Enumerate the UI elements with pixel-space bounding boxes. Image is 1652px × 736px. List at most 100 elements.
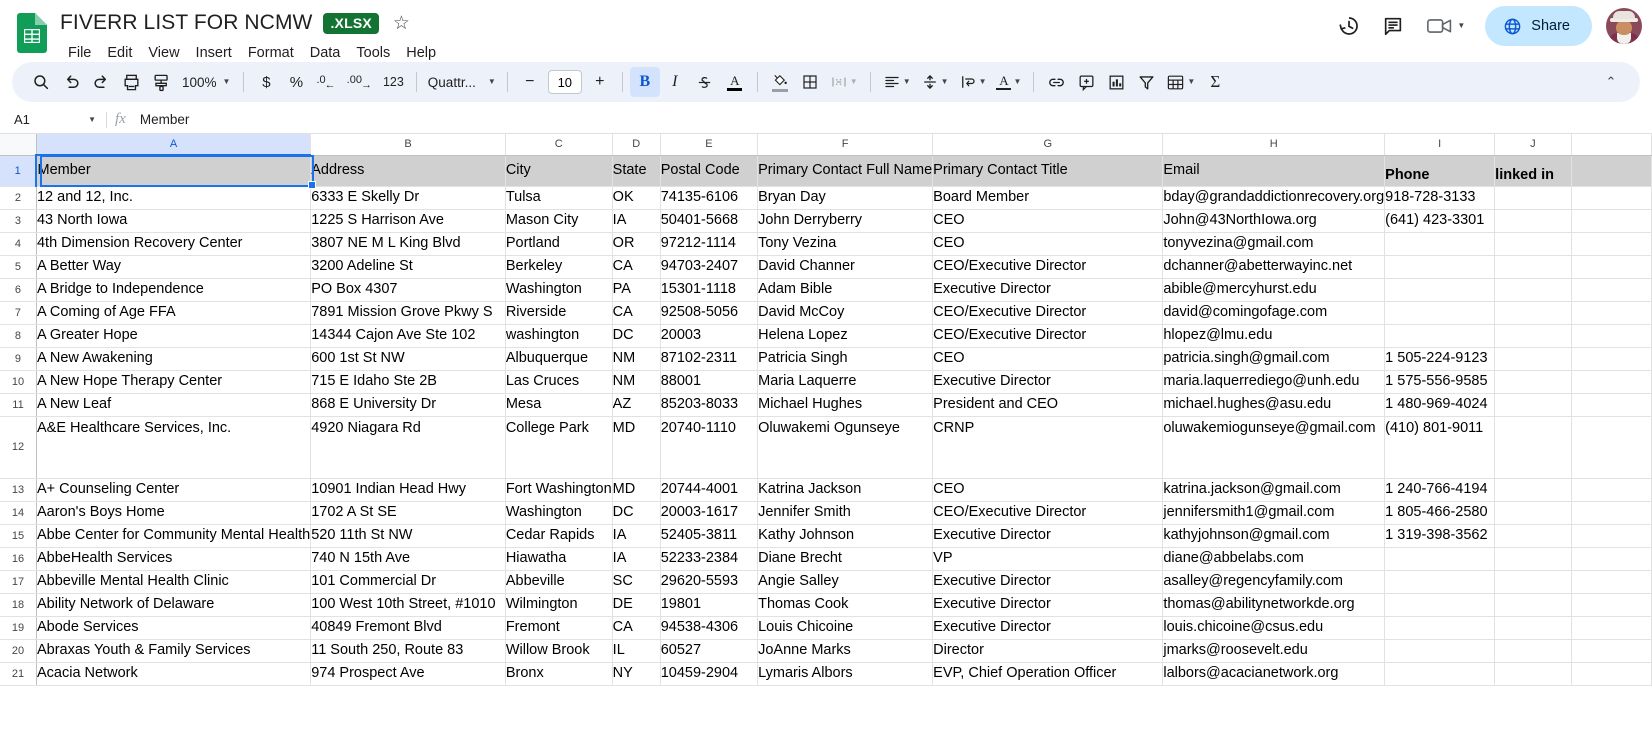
row-header-4[interactable]: 4 (0, 232, 37, 256)
cell-G18[interactable]: Executive Director (932, 593, 1164, 617)
insert-link-icon[interactable] (1041, 67, 1071, 97)
cell-C5[interactable]: Berkeley (505, 255, 613, 279)
cell-C15[interactable]: Cedar Rapids (505, 524, 613, 548)
cell-B20[interactable]: 11 South 250, Route 83 (310, 639, 506, 663)
cell-G5[interactable]: CEO/Executive Director (932, 255, 1164, 279)
cell-A13[interactable]: A+ Counseling Center (36, 478, 312, 502)
merge-chevron-down-icon[interactable]: ▼ (850, 78, 858, 86)
row-header-2[interactable]: 2 (0, 186, 37, 210)
row-header-12[interactable]: 12 (0, 416, 37, 479)
cell-B2[interactable]: 6333 E Skelly Dr (310, 186, 506, 210)
cell-E20[interactable]: 60527 (660, 639, 759, 663)
italic-button[interactable]: I (660, 67, 690, 97)
font-size-input[interactable]: 10 (547, 70, 582, 94)
cell-H9[interactable]: patricia.singh@gmail.com (1162, 347, 1386, 371)
font-family-selector[interactable]: Quattr... ▼ (424, 67, 500, 97)
cell-H16[interactable]: diane@abbelabs.com (1162, 547, 1386, 571)
cell-D19[interactable]: CA (612, 616, 661, 640)
cell-F20[interactable]: JoAnne Marks (757, 639, 934, 663)
cell-H18[interactable]: thomas@abilitynetworkde.org (1162, 593, 1386, 617)
row-header-1[interactable]: 1 (0, 155, 38, 187)
cell-A11[interactable]: A New Leaf (36, 393, 312, 417)
cell-A2[interactable]: 12 and 12, Inc. (36, 186, 312, 210)
row-header-9[interactable]: 9 (0, 347, 37, 371)
decrease-decimal-button[interactable]: .0 ← (311, 67, 341, 97)
cell-A8[interactable]: A Greater Hope (36, 324, 312, 348)
cell-A7[interactable]: A Coming of Age FFA (36, 301, 312, 325)
column-header-f[interactable]: F (757, 134, 934, 156)
cell-D11[interactable]: AZ (612, 393, 661, 417)
row-header-17[interactable]: 17 (0, 570, 37, 594)
cell-D9[interactable]: NM (612, 347, 661, 371)
cell-D7[interactable]: CA (612, 301, 661, 325)
column-header-j[interactable]: J (1494, 134, 1572, 156)
cell-B12[interactable]: 4920 Niagara Rd (310, 416, 506, 479)
cell-E10[interactable]: 88001 (660, 370, 759, 394)
paint-format-icon[interactable] (146, 67, 176, 97)
cell-x18[interactable] (1571, 593, 1652, 617)
cell-F19[interactable]: Louis Chicoine (757, 616, 934, 640)
cell-F13[interactable]: Katrina Jackson (757, 478, 934, 502)
cell-E18[interactable]: 19801 (660, 593, 759, 617)
cell-B7[interactable]: 7891 Mission Grove Pkwy S (310, 301, 506, 325)
cell-F21[interactable]: Lymaris Albors (757, 662, 934, 686)
cell-H21[interactable]: lalbors@acacianetwork.org (1162, 662, 1386, 686)
cell-x4[interactable] (1571, 232, 1652, 256)
cell-x3[interactable] (1571, 209, 1652, 233)
cell-D13[interactable]: MD (612, 478, 661, 502)
cell-B16[interactable]: 740 N 15th Ave (310, 547, 506, 571)
cell-G11[interactable]: President and CEO (932, 393, 1164, 417)
cell-D4[interactable]: OR (612, 232, 661, 256)
spreadsheet-grid[interactable]: ABCDEFGHIJ 1 Member Address City State Postal… (0, 134, 1652, 722)
cell-H14[interactable]: jennifersmith1@gmail.com (1162, 501, 1386, 525)
bold-button[interactable]: B (629, 67, 660, 97)
cell-D3[interactable]: IA (612, 209, 661, 233)
cell-E2[interactable]: 74135-6106 (660, 186, 759, 210)
select-all-corner[interactable] (0, 134, 37, 156)
row-header-18[interactable]: 18 (0, 593, 37, 617)
cell-F5[interactable]: David Channer (757, 255, 934, 279)
cell-J9[interactable] (1494, 347, 1572, 371)
cell-G4[interactable]: CEO (932, 232, 1164, 256)
row-header-20[interactable]: 20 (0, 639, 37, 663)
row-header-14[interactable]: 14 (0, 501, 37, 525)
cell-C20[interactable]: Willow Brook (505, 639, 613, 663)
row-header-21[interactable]: 21 (0, 662, 37, 686)
cell-F9[interactable]: Patricia Singh (757, 347, 934, 371)
cell-I8[interactable] (1384, 324, 1496, 348)
more-formats-button[interactable]: 123 (378, 67, 409, 97)
cell-E16[interactable]: 52233-2384 (660, 547, 759, 571)
cell-C18[interactable]: Wilmington (505, 593, 613, 617)
cell-J6[interactable] (1494, 278, 1572, 302)
cell-x1[interactable] (1571, 155, 1652, 187)
cell-I15[interactable]: 1 319-398-3562 (1384, 524, 1496, 548)
row-header-7[interactable]: 7 (0, 301, 37, 325)
cell-F1[interactable]: Primary Contact Full Name (757, 155, 934, 187)
cell-I10[interactable]: 1 575-556-9585 (1384, 370, 1496, 394)
cell-G7[interactable]: CEO/Executive Director (932, 301, 1164, 325)
cell-C13[interactable]: Fort Washington (505, 478, 613, 502)
redo-icon[interactable] (86, 67, 116, 97)
merge-cells-icon[interactable]: ▼ (825, 67, 863, 97)
cell-H17[interactable]: asalley@regencyfamily.com (1162, 570, 1386, 594)
cell-G17[interactable]: Executive Director (932, 570, 1164, 594)
cell-B17[interactable]: 101 Commercial Dr (310, 570, 506, 594)
column-header-h[interactable]: H (1162, 134, 1386, 156)
cell-G9[interactable]: CEO (932, 347, 1164, 371)
cell-B14[interactable]: 1702 A St SE (310, 501, 506, 525)
cell-F17[interactable]: Angie Salley (757, 570, 934, 594)
cell-B8[interactable]: 14344 Cajon Ave Ste 102 (310, 324, 506, 348)
cell-G21[interactable]: EVP, Chief Operation Officer (932, 662, 1164, 686)
cell-F7[interactable]: David McCoy (757, 301, 934, 325)
cell-C7[interactable]: Riverside (505, 301, 613, 325)
text-color-button[interactable]: A (720, 67, 750, 97)
cell-A1[interactable]: Member (36, 155, 312, 187)
cell-E6[interactable]: 15301-1118 (660, 278, 759, 302)
cell-x5[interactable] (1571, 255, 1652, 279)
functions-chevron-down-icon[interactable]: ▼ (1187, 78, 1195, 86)
row-header-13[interactable]: 13 (0, 478, 37, 502)
cell-x10[interactable] (1571, 370, 1652, 394)
cell-A3[interactable]: 43 North Iowa (36, 209, 312, 233)
cell-D12[interactable]: MD (612, 416, 661, 479)
cell-G13[interactable]: CEO (932, 478, 1164, 502)
